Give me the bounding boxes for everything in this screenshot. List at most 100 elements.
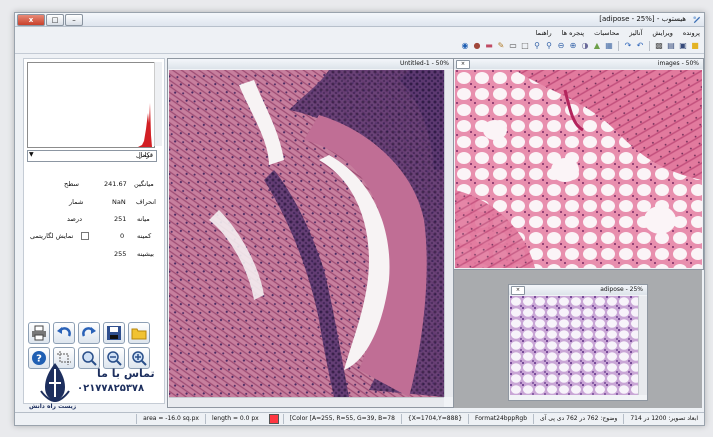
min-value: 0 [120,232,125,240]
subwindow-untitled[interactable]: Untitled-1 - 50% [167,58,454,408]
redo-icon[interactable]: ↷ [623,41,633,51]
histogram-icon[interactable]: ▦ [604,41,614,51]
print-icon [32,325,46,341]
histogram-scrollbar[interactable] [154,62,162,146]
close-icon[interactable]: × [456,60,470,69]
window-title: هیستوب - [adipose - 25%] [599,15,686,23]
status-bar: ابعاد تصویر: 1200 در 714 وضوح: 762 در 76… [15,412,704,425]
print-button[interactable] [28,322,50,344]
subwindow-images[interactable]: × images - 50% [453,58,704,270]
toolbar-separator [649,41,650,51]
subwindow-titlebar: Untitled-1 - 50% [168,59,453,69]
subwindow-adipose[interactable]: × adipose - 25% [508,284,648,401]
length-status: length = 0.0 px [204,414,265,424]
tissue-image [510,296,638,395]
color-icon[interactable]: ▲ [592,41,602,51]
min-label: کمینه [137,232,152,240]
subwindow-title: adipose - 25% [600,286,643,293]
zoom-out-icon[interactable]: ⊖ [556,41,566,51]
tissue-image [455,70,702,268]
open-folder-button[interactable] [128,322,150,344]
vertical-scrollbar[interactable] [444,70,453,397]
menu-windows[interactable]: پنجره ها [562,29,584,37]
histology-image-adipose [510,296,638,395]
document-area: Untitled-1 - 50% × images - 50% × adipos… [167,58,704,408]
menu-calculations[interactable]: محاسبات [594,29,619,37]
mean-value: 241.67 [104,180,127,188]
app-logo-icon [693,16,701,24]
save-button[interactable] [103,322,125,344]
horizontal-scrollbar[interactable] [169,397,444,407]
open-icon[interactable]: ■ [690,41,700,51]
zoom-fit-icon[interactable]: ⚲ [544,41,554,51]
log-scale-label: نمایش لگاریتمی [30,232,74,240]
chevron-down-icon: ▼ [29,151,34,158]
log-scale-checkbox[interactable] [81,232,89,240]
histogram-chart [27,62,155,148]
select-icon[interactable]: □ [520,41,530,51]
maximize-button[interactable]: □ [46,14,64,26]
save-icon[interactable]: ▣ [678,41,688,51]
eraser-icon[interactable]: ▬ [484,41,494,51]
close-button[interactable]: x [17,14,45,26]
folder-icon [131,328,147,340]
redo-button[interactable] [78,322,100,344]
histology-image-untitled [169,70,444,397]
adjust-icon[interactable]: ◑ [580,41,590,51]
level-label: سطح [64,180,79,188]
company-logo-icon [40,363,70,403]
help-icon[interactable]: ◉ [460,41,470,51]
print-icon[interactable]: ▩ [654,41,664,51]
menu-bar: پرونده ویرایش آنالیز محاسبات پنجره ها را… [15,27,704,38]
stddev-value: NaN [112,198,126,206]
count-label: شمار [69,198,84,206]
contact-phone: ۰۲۱۷۷۸۲۵۳۷۸ [77,383,145,394]
subwindow-title: Untitled-1 - 50% [399,60,449,67]
menu-file[interactable]: پرونده [683,29,700,37]
contact-title: تماس با ما [97,367,155,380]
pencil-icon[interactable]: ✎ [496,41,506,51]
cursor-coords-status: {X=1704,Y=888} [400,414,468,424]
subwindow-titlebar: × images - 50% [454,59,703,69]
subwindow-titlebar: × adipose - 25% [509,285,647,295]
histogram-plot [138,103,152,147]
resolution-status: وضوح: 762 در 762 دی پی آی [533,414,623,424]
undo-icon[interactable]: ↶ [635,41,645,51]
image-size-status: ابعاد تصویر: 1200 در 714 [623,414,704,424]
undo-button[interactable] [53,322,75,344]
menu-help[interactable]: راهنما [536,29,552,37]
window-controls: x □ – [17,14,83,26]
pixel-format-status: Format24bppRgb [468,414,533,424]
median-value: 251 [114,215,127,223]
area-status: area = -16.0 sq.px [136,414,205,424]
palette-icon[interactable]: ● [472,41,482,51]
mean-label: میانگین [134,180,154,188]
app-window: x □ – هیستوب - [adipose - 25%] پرونده وی… [14,12,705,426]
vertical-scrollbar[interactable] [638,296,647,395]
histology-image-images [455,70,702,268]
menu-edit[interactable]: ویرایش [652,29,672,37]
percent-label: درصد [67,215,82,223]
pixel-color-status: [Color [A=255, R=55, G=39, B=78 [282,414,401,424]
tissue-image [169,70,444,397]
close-icon[interactable]: × [511,286,525,295]
median-label: میانه [137,215,150,223]
zoom-actual-icon[interactable]: ⚲ [532,41,542,51]
toolbar-separator [618,41,619,51]
histogram-panel: ▼ قرمز کانال میانگین 241.67 سطح انحراف N… [23,58,165,404]
rect-icon[interactable]: ▭ [508,41,518,51]
menu-analyze[interactable]: آنالیز [629,29,642,37]
company-logo-block: تماس با ما ۰۲۱۷۷۸۲۵۳۷۸ زیست راه دانش [27,361,157,413]
minimize-button[interactable]: – [65,14,83,26]
title-bar: x □ – هیستوب - [adipose - 25%] [15,13,704,27]
redo-icon [82,327,96,337]
subwindow-title: images - 50% [657,60,699,67]
channel-label: کانال [136,151,150,159]
max-value: 255 [114,250,127,258]
zoom-in-icon[interactable]: ⊕ [568,41,578,51]
undo-icon [57,327,71,337]
save-as-icon[interactable]: ▤ [666,41,676,51]
toolbar: ■ ▣ ▤ ▩ ↶ ↷ ▦ ▲ ◑ ⊕ ⊖ ⚲ ⚲ □ ▭ ✎ ▬ ● ◉ [15,39,704,54]
company-name: زیست راه دانش [29,403,77,410]
save-icon [107,326,121,340]
